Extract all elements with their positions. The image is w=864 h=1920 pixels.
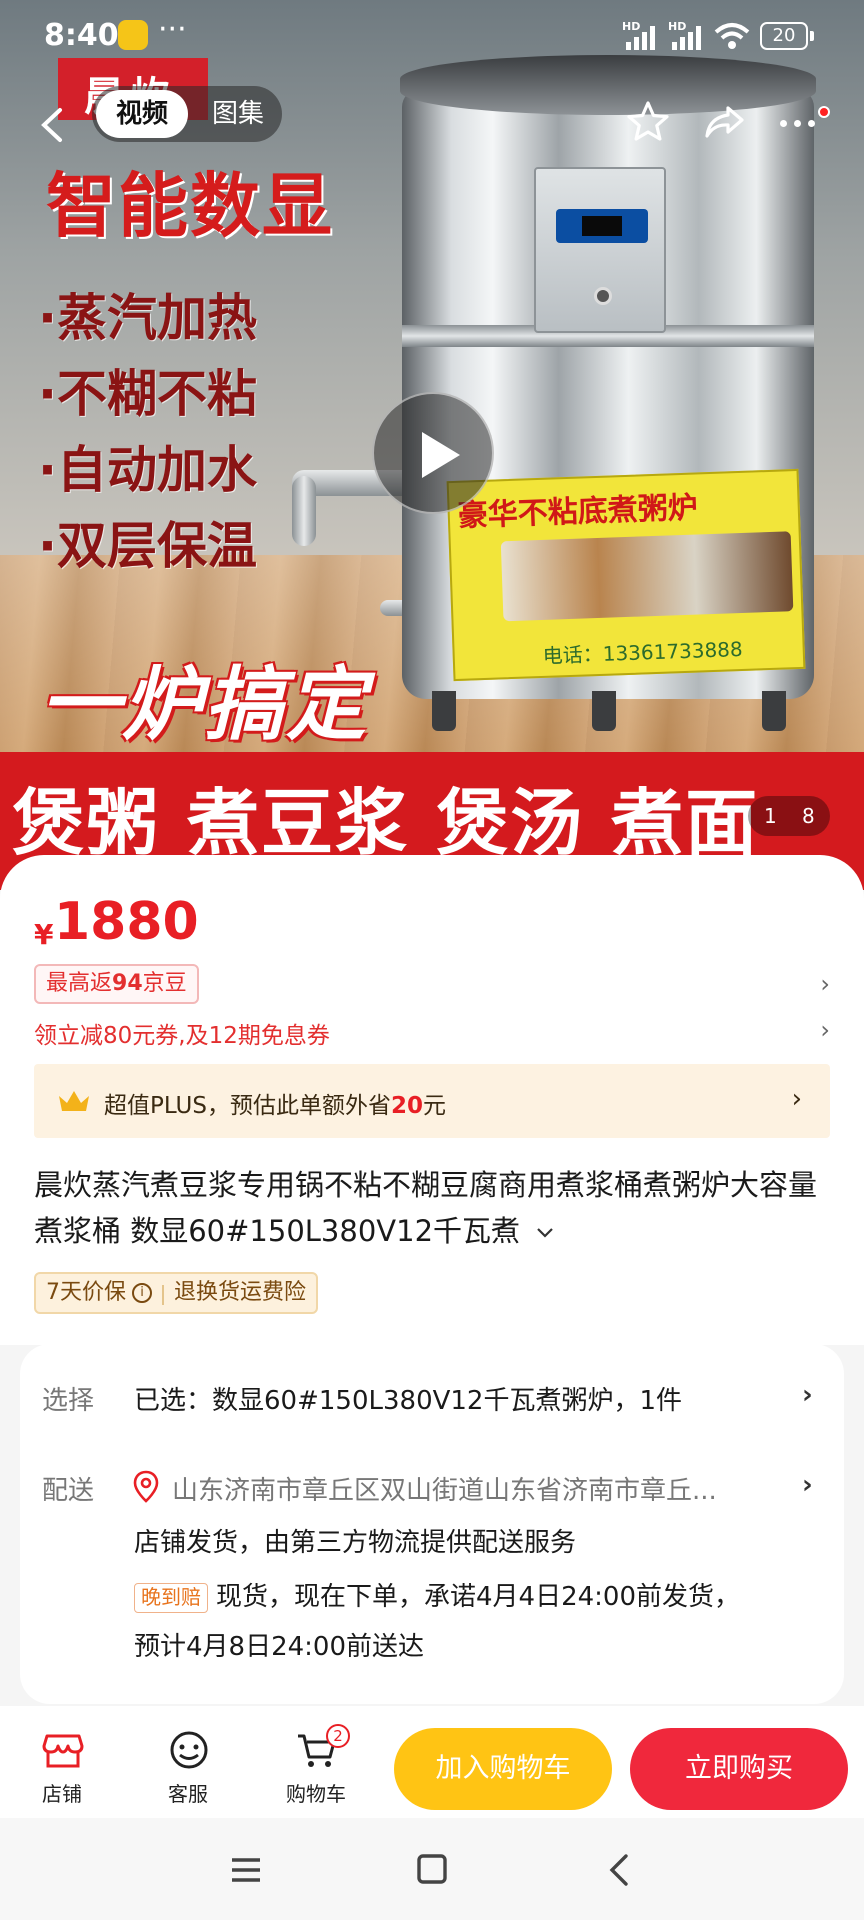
menu-icon[interactable] <box>226 1852 266 1888</box>
back-icon[interactable] <box>32 100 72 150</box>
cooker-digital-display <box>556 209 648 243</box>
chevron-right-icon: › <box>791 1084 802 1114</box>
product-title[interactable]: 晨炊蒸汽煮豆浆专用锅不粘不糊豆腐商用煮浆桶煮粥炉大容量煮浆桶 数显60#150L… <box>34 1162 834 1254</box>
cart-button[interactable]: 2 购物车 <box>276 1722 356 1812</box>
status-more: ··· <box>158 12 187 47</box>
chevron-right-icon[interactable]: › <box>802 1470 813 1500</box>
buy-now-button[interactable]: 立即购买 <box>630 1728 848 1810</box>
chevron-down-icon[interactable] <box>535 1226 555 1240</box>
hero-headline: 智能数显 <box>46 165 334 247</box>
cooker-product-label: 豪华不粘底煮粥炉 电话：13361733888 <box>446 468 806 682</box>
hero-bottom-band-text: 煲粥 煮豆浆 煲汤 煮面 <box>12 781 760 865</box>
product-detail-page: 晨炊 智能数显 ·蒸汽加热 ·不糊不粘 ·自动加水 ·双层保温 豪华不粘底煮粥炉… <box>0 0 864 1920</box>
signal-icon <box>622 22 662 50</box>
plus-text-suffix: 元 <box>423 1093 446 1119</box>
cart-count-badge: 2 <box>326 1724 350 1748</box>
cooker-tap-spout <box>292 476 316 546</box>
price-currency: ¥ <box>34 918 54 951</box>
tag-return-insurance: 退换货运费险 <box>174 1280 307 1305</box>
notification-dot <box>818 106 830 118</box>
more-icon[interactable] <box>776 106 830 138</box>
crown-icon <box>59 1091 89 1111</box>
status-time: 8:40 <box>44 18 119 53</box>
jd-beans-rebate-badge[interactable]: 最高返94京豆 <box>34 964 199 1004</box>
add-to-cart-button[interactable]: 加入购物车 <box>394 1728 612 1810</box>
hero-feature: ·双层保温 <box>38 517 257 575</box>
info-icon: i <box>132 1283 152 1303</box>
plus-savings-text: 超值PLUS，预估此单额外省20元 <box>104 1086 446 1120</box>
status-bar: 8:40 ··· HD HD 20 <box>0 0 864 72</box>
price-amount: 1880 <box>54 892 199 952</box>
pager-total: 8 <box>802 804 815 828</box>
hero-feature: ·不糊不粘 <box>38 365 257 423</box>
signal-icon-2 <box>668 22 708 50</box>
hero-feature: ·自动加水 <box>38 441 257 499</box>
cart-label: 购物车 <box>286 1782 346 1806</box>
plus-text-prefix: 超值PLUS，预估此单额外省 <box>104 1093 391 1119</box>
cooker-control-panel <box>534 167 666 333</box>
jd-beans-suffix: 京豆 <box>142 971 187 996</box>
notification-app-icon <box>118 20 148 50</box>
coupon-row[interactable]: 领立减80元券,及12期免息券 <box>34 1016 330 1050</box>
play-video-button[interactable] <box>372 392 494 514</box>
jd-beans-value: 94 <box>112 971 143 996</box>
delivery-label: 配送 <box>42 1476 95 1506</box>
ship-info: 店铺发货，由第三方物流提供配送服务 <box>134 1528 577 1558</box>
store-label: 店铺 <box>42 1782 82 1806</box>
wifi-icon <box>714 23 750 49</box>
product-title-text: 晨炊蒸汽煮豆浆专用锅不粘不糊豆腐商用煮浆桶煮粥炉大容量煮浆桶 数显60#150L… <box>34 1168 818 1248</box>
store-icon <box>42 1734 84 1768</box>
hero-feature: ·蒸汽加热 <box>38 289 257 347</box>
cooker-knob <box>594 287 612 305</box>
favorite-star-icon[interactable] <box>624 98 672 146</box>
jd-beans-prefix: 最高返 <box>46 971 113 996</box>
plus-savings-bar[interactable]: 超值PLUS，预估此单额外省20元 › <box>34 1064 830 1138</box>
system-navigation-bar <box>0 1818 864 1920</box>
share-icon[interactable] <box>700 98 748 146</box>
chevron-right-icon[interactable]: › <box>820 970 830 998</box>
bottom-action-bar: 店铺 客服 2 购物车 加入购物车 立即购买 <box>0 1706 864 1818</box>
tab-gallery[interactable]: 图集 <box>200 90 276 138</box>
image-pager: 1 8 <box>748 796 830 836</box>
service-tags[interactable]: 7天价保 i 退换货运费险 <box>34 1272 319 1314</box>
cooker-label-pictures <box>500 531 794 622</box>
location-pin-icon <box>133 1470 159 1503</box>
chevron-right-icon[interactable]: › <box>802 1380 813 1410</box>
tag-price-protect-text: 7天价保 <box>46 1280 126 1305</box>
battery-icon: 20 <box>760 22 808 50</box>
pager-current: 1 <box>764 804 777 828</box>
hero-slogan: 一炉搞定 <box>40 658 368 751</box>
hero-feature-list: ·蒸汽加热 ·不糊不粘 ·自动加水 ·双层保温 <box>38 280 257 584</box>
home-icon[interactable] <box>412 1852 452 1888</box>
customer-service-label: 客服 <box>168 1782 208 1806</box>
delivery-address[interactable]: 山东济南市章丘区双山街道山东省济南市章丘... <box>172 1470 717 1507</box>
tab-video[interactable]: 视频 <box>96 90 188 138</box>
tag-price-protect: 7天价保 i <box>36 1274 162 1312</box>
back-nav-icon[interactable] <box>600 1852 640 1888</box>
customer-service-button[interactable]: 客服 <box>148 1722 228 1812</box>
store-button[interactable]: 店铺 <box>22 1722 102 1812</box>
customer-service-icon <box>170 1731 208 1769</box>
play-icon <box>422 432 460 478</box>
battery-tip <box>810 31 814 41</box>
cooker-label-phone: 电话：13361733888 <box>542 636 744 668</box>
media-type-toggle: 视频 图集 <box>92 86 282 142</box>
plus-amount: 20 <box>390 1093 423 1119</box>
delivery-eta: 预计4月8日24:00前送达 <box>134 1632 425 1662</box>
select-label: 选择 <box>42 1386 95 1416</box>
selected-spec[interactable]: 已选：数显60#150L380V12千瓦煮粥炉，1件 <box>134 1380 682 1417</box>
ship-promise: 现货，现在下单，承诺4月4日24:00前发货， <box>216 1582 741 1612</box>
ship-promise-row: 晚到赔 现货，现在下单，承诺4月4日24:00前发货， <box>134 1576 740 1613</box>
chevron-right-icon[interactable]: › <box>820 1016 830 1044</box>
cooker-legs <box>432 691 792 731</box>
late-compensation-tag: 晚到赔 <box>134 1582 208 1613</box>
